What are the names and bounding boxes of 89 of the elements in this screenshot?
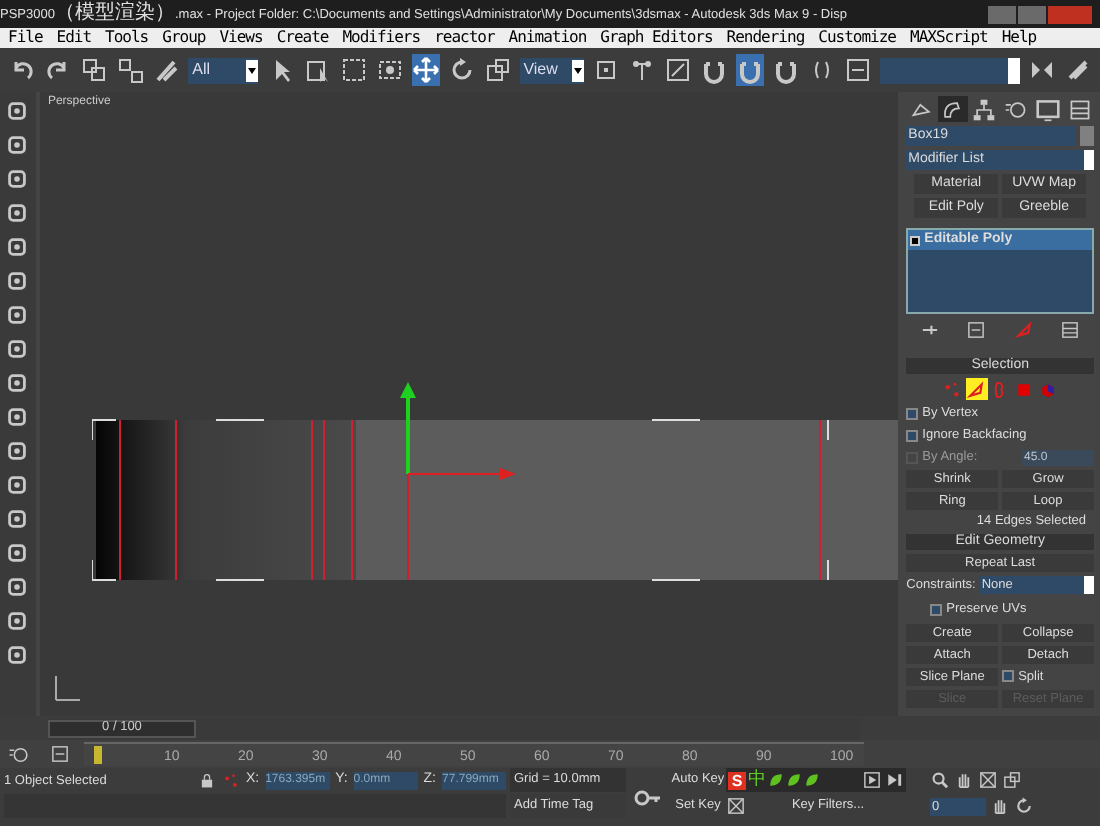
tool-icon[interactable] [4, 540, 31, 566]
modify-tab-icon[interactable] [940, 97, 965, 121]
window-icon[interactable] [375, 56, 404, 84]
zoom-extents-all-icon[interactable] [1002, 770, 1022, 790]
show-end-result-icon[interactable] [966, 320, 987, 340]
menu-item[interactable]: Tools [105, 28, 149, 48]
rotate-icon[interactable] [447, 56, 476, 84]
minimize-button[interactable] [988, 5, 1016, 23]
tool-icon[interactable] [4, 642, 31, 668]
tool-icon[interactable] [4, 336, 31, 362]
utilities-tab-icon[interactable] [1067, 97, 1091, 121]
pan-icon[interactable] [990, 796, 1010, 816]
unlink-icon[interactable] [116, 56, 145, 84]
menu-item[interactable]: Rendering [726, 28, 805, 48]
zoom-icon[interactable] [930, 770, 950, 790]
link-icon[interactable] [80, 56, 109, 84]
maximize-button[interactable] [1018, 5, 1046, 23]
tool-icon[interactable] [4, 438, 31, 464]
dropdown[interactable]: All [188, 57, 259, 83]
pivot-icon[interactable] [591, 56, 620, 84]
move-icon[interactable] [411, 56, 440, 84]
tool-icon[interactable] [4, 98, 31, 124]
tool-icon[interactable] [4, 574, 31, 600]
region-icon[interactable] [339, 56, 368, 84]
mirror-icon[interactable] [1027, 56, 1056, 84]
editsel-icon[interactable] [843, 56, 872, 84]
tool-icon[interactable] [4, 302, 31, 328]
time-marker[interactable] [94, 746, 102, 764]
manip-icon[interactable] [627, 56, 656, 84]
edge-icon[interactable] [966, 379, 987, 399]
named-selection-field[interactable] [879, 57, 1020, 83]
menu-item[interactable]: Help [1001, 28, 1037, 48]
object-color-swatch[interactable] [1080, 126, 1094, 146]
byname-icon[interactable] [303, 56, 332, 84]
checkbox[interactable] [1002, 670, 1015, 683]
menu-item[interactable]: reactor [434, 28, 495, 48]
menu-item[interactable]: Graph Editors [600, 28, 713, 48]
configure-sets-icon[interactable] [1060, 320, 1081, 340]
pin-stack-icon[interactable] [919, 320, 940, 340]
checkbox[interactable] [906, 407, 919, 419]
anglesnap-icon[interactable] [735, 56, 764, 84]
menu-item[interactable]: Views [219, 28, 263, 48]
keyb-icon[interactable] [663, 56, 692, 84]
caret-icon [1084, 150, 1094, 170]
play-icon[interactable] [862, 770, 882, 790]
ime-logo[interactable]: S [728, 771, 746, 789]
curve-editor-icon[interactable] [50, 744, 70, 764]
move-gizmo-icon [395, 382, 520, 486]
menu-item[interactable]: MAXScript [910, 28, 988, 48]
checkbox[interactable] [930, 603, 943, 616]
menu-item[interactable]: Group [162, 28, 206, 48]
next-frame-icon[interactable] [884, 770, 904, 790]
percent-icon[interactable] [771, 56, 800, 84]
menu-item[interactable]: Edit [56, 28, 92, 48]
close-button[interactable] [1048, 5, 1092, 23]
orbit-icon[interactable] [1014, 796, 1034, 816]
display-tab-icon[interactable] [1035, 97, 1060, 121]
menu-item[interactable]: Animation [508, 28, 587, 48]
snap-icon[interactable] [699, 56, 728, 84]
gizmo-icon[interactable] [7, 743, 29, 765]
tool-icon[interactable] [4, 370, 31, 396]
tool-icon[interactable] [4, 234, 31, 260]
tool-icon[interactable] [4, 166, 31, 192]
checkbox[interactable] [906, 429, 919, 441]
motion-tab-icon[interactable] [1003, 97, 1028, 121]
menu-item[interactable]: Modifiers [342, 28, 421, 48]
hierarchy-tab-icon[interactable] [972, 97, 997, 121]
tool-icon[interactable] [4, 506, 31, 532]
caret-icon [571, 59, 584, 81]
menu-item[interactable]: Create [276, 28, 329, 48]
ime-mode[interactable]: 中 [748, 770, 766, 790]
tool-icon[interactable] [4, 268, 31, 294]
tool-icon[interactable] [4, 404, 31, 430]
tool-icon[interactable] [4, 132, 31, 158]
menu-item[interactable]: Customize [818, 28, 896, 48]
menu-item[interactable]: File [8, 28, 43, 48]
scale-icon[interactable] [483, 56, 512, 84]
dropdown[interactable]: View [519, 57, 584, 83]
tool-icon[interactable] [4, 608, 31, 634]
axis-tripod-icon [51, 672, 84, 704]
tool-icon[interactable] [4, 200, 31, 226]
align-icon[interactable] [1063, 56, 1092, 84]
caret-icon [1007, 57, 1020, 83]
tool-icon[interactable] [4, 472, 31, 498]
caret-icon [1084, 576, 1094, 595]
caret-icon [246, 59, 259, 81]
bind-icon[interactable] [152, 56, 181, 84]
expand-icon[interactable] [910, 235, 921, 245]
lock-icon[interactable] [197, 772, 216, 790]
